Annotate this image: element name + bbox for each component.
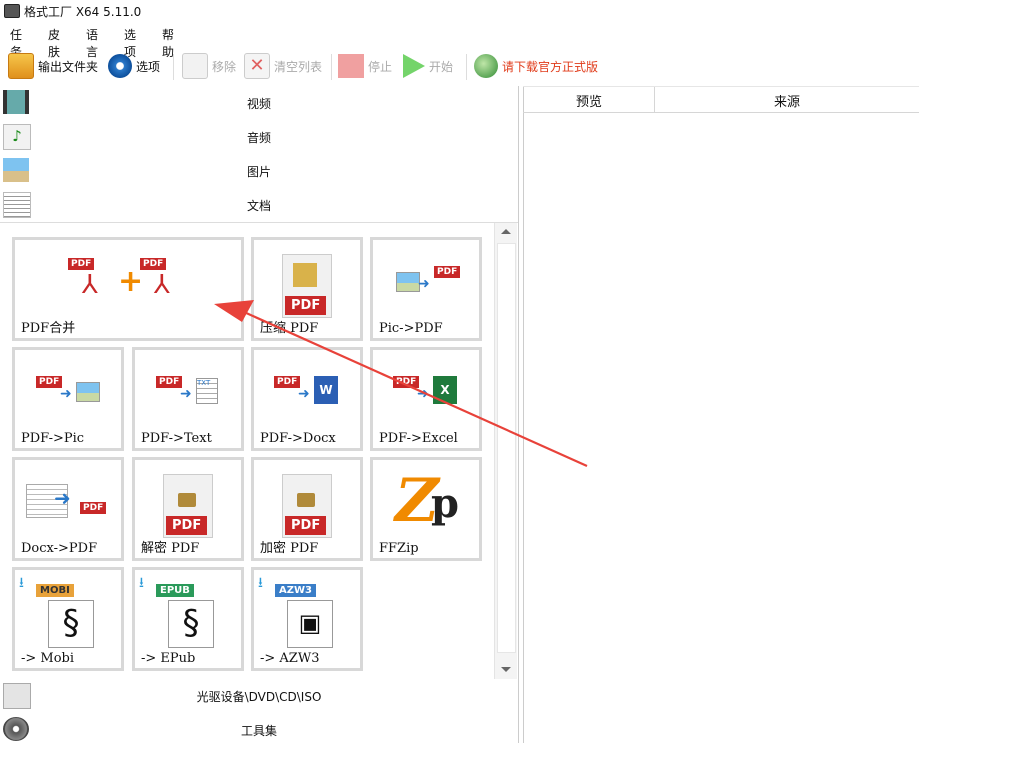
category-picture-label: 图片	[246, 165, 271, 179]
category-picture[interactable]: 图片	[0, 154, 518, 189]
tile-pdf-to-pic-label: PDF->Pic	[21, 431, 85, 446]
pdf-to-excel-icon: PDF ➜ X	[393, 376, 459, 406]
category-video[interactable]: 视频	[0, 86, 518, 121]
stop-button[interactable]: 停止	[338, 50, 392, 82]
globe-icon	[474, 54, 498, 78]
tile-compress-pdf[interactable]: PDF 压缩 PDF	[251, 237, 363, 341]
tile-pdf-to-text[interactable]: PDF ➜ TXT PDF->Text	[132, 347, 244, 451]
toolbar-separator	[331, 54, 332, 80]
category-document-label: 文档	[246, 199, 271, 213]
task-list-header: 预览 来源	[523, 86, 919, 113]
start-label: 开始	[429, 59, 454, 74]
toolbar-separator	[173, 54, 174, 80]
tile-pdf-to-excel[interactable]: PDF ➜ X PDF->Excel	[370, 347, 482, 451]
scroll-down-arrow-icon[interactable]	[501, 667, 511, 672]
category-tools[interactable]: 工具集	[0, 713, 518, 747]
tile-docx-to-pdf-label: Docx->PDF	[21, 541, 98, 556]
clear-list-button[interactable]: ✕ 清空列表	[244, 50, 322, 82]
remove-icon	[182, 53, 208, 79]
tile-pdf-to-text-label: PDF->Text	[141, 431, 212, 446]
remove-button[interactable]: 移除	[182, 50, 236, 82]
scroll-thumb[interactable]	[497, 243, 516, 653]
category-audio[interactable]: ♪ 音频	[0, 120, 518, 155]
pdf-to-text-icon: PDF ➜ TXT	[156, 376, 220, 406]
tile-decrypt-pdf-label: 解密 PDF	[141, 541, 200, 556]
options-button[interactable]: 选项	[108, 50, 160, 82]
ffzip-logo-icon: Z p	[395, 466, 459, 536]
tile-pdf-to-pic[interactable]: PDF ➜ PDF->Pic	[12, 347, 124, 451]
category-document[interactable]: 文档	[0, 188, 518, 223]
download-arrow-icon: ⭳	[19, 575, 24, 591]
stop-icon	[338, 54, 364, 78]
tiles-scrollbar[interactable]	[494, 223, 517, 679]
window-title: 格式工厂 X64 5.11.0	[24, 5, 142, 19]
tile-encrypt-pdf-label: 加密 PDF	[260, 541, 319, 556]
docx-to-pdf-icon: ➜ PDF	[26, 478, 110, 524]
pdf-to-pic-icon: PDF ➜	[36, 376, 100, 406]
output-folder-button[interactable]: 输出文件夹	[8, 50, 98, 82]
category-panel: 视频 ♪ 音频 图片 文档 PDF ⅄ + PDF ⅄ PDF合并 PDF 压缩…	[0, 86, 519, 747]
document-tools-grid: PDF ⅄ + PDF ⅄ PDF合并 PDF 压缩 PDF ➜ PDF Pic…	[0, 223, 518, 680]
scroll-up-arrow-icon[interactable]	[501, 229, 511, 234]
title-bar: 格式工厂 X64 5.11.0	[0, 0, 1020, 22]
tile-encrypt-pdf[interactable]: PDF 加密 PDF	[251, 457, 363, 561]
output-folder-label: 输出文件夹	[38, 59, 99, 74]
mobi-file-icon: MOBI §	[36, 584, 100, 648]
column-preview[interactable]: 预览	[523, 91, 655, 110]
play-icon	[403, 54, 425, 78]
download-arrow-icon: ⭳	[139, 575, 144, 591]
app-icon	[4, 4, 20, 18]
folder-icon	[8, 53, 34, 79]
panel-divider	[523, 86, 524, 743]
tile-to-azw3[interactable]: ⭳ AZW3 ▣ -> AZW3	[251, 567, 363, 671]
tile-pdf-to-excel-label: PDF->Excel	[379, 431, 458, 446]
category-tools-label: 工具集	[240, 724, 277, 738]
tile-docx-to-pdf[interactable]: ➜ PDF Docx->PDF	[12, 457, 124, 561]
tile-pic-to-pdf-label: Pic->PDF	[379, 321, 443, 336]
clear-list-label: 清空列表	[274, 59, 323, 74]
tile-ffzip-label: FFZip	[379, 541, 419, 556]
start-button[interactable]: 开始	[403, 50, 453, 82]
toolbar-separator	[466, 54, 467, 80]
tile-to-epub-label: -> EPub	[141, 651, 196, 666]
clear-icon: ✕	[244, 53, 270, 79]
tile-to-mobi-label: -> Mobi	[21, 651, 75, 666]
remove-label: 移除	[212, 59, 237, 74]
tile-pdf-to-docx[interactable]: PDF ➜ W PDF->Docx	[251, 347, 363, 451]
download-official-label: 请下载官方正式版	[502, 59, 599, 74]
toolbar: 输出文件夹 选项 移除 ✕ 清空列表 停止 开始 请下载官方正式版	[0, 50, 1020, 84]
options-label: 选项	[136, 59, 161, 74]
pic-to-pdf-icon: ➜ PDF	[396, 266, 461, 296]
tile-to-epub[interactable]: ⭳ EPUB § -> EPub	[132, 567, 244, 671]
category-disc[interactable]: 光驱设备\DVD\CD\ISO	[0, 679, 518, 714]
compress-pdf-icon: PDF	[282, 254, 332, 318]
pdf-merge-icon: PDF ⅄ + PDF ⅄	[68, 258, 188, 304]
category-video-label: 视频	[246, 97, 271, 111]
pdf-to-docx-icon: PDF ➜ W	[274, 376, 340, 406]
decrypt-pdf-icon: PDF	[163, 474, 213, 538]
tile-pic-to-pdf[interactable]: ➜ PDF Pic->PDF	[370, 237, 482, 341]
column-source[interactable]: 来源	[655, 91, 919, 110]
tile-pdf-merge[interactable]: PDF ⅄ + PDF ⅄ PDF合并	[12, 237, 244, 341]
tile-to-mobi[interactable]: ⭳ MOBI § -> Mobi	[12, 567, 124, 671]
category-audio-label: 音频	[246, 131, 271, 145]
category-disc-label: 光驱设备\DVD\CD\ISO	[196, 690, 322, 704]
tile-decrypt-pdf[interactable]: PDF 解密 PDF	[132, 457, 244, 561]
tile-pdf-to-docx-label: PDF->Docx	[260, 431, 336, 446]
tile-to-azw3-label: -> AZW3	[260, 651, 320, 666]
tile-pdf-merge-label: PDF合并	[21, 321, 76, 336]
gear-icon	[108, 54, 132, 78]
encrypt-pdf-icon: PDF	[282, 474, 332, 538]
stop-label: 停止	[368, 59, 393, 74]
azw3-file-icon: AZW3 ▣	[275, 584, 339, 648]
download-official-button[interactable]: 请下载官方正式版	[474, 50, 598, 82]
download-arrow-icon: ⭳	[258, 575, 263, 591]
tile-ffzip[interactable]: Z p FFZip	[370, 457, 482, 561]
epub-file-icon: EPUB §	[156, 584, 220, 648]
tile-compress-pdf-label: 压缩 PDF	[260, 321, 319, 336]
